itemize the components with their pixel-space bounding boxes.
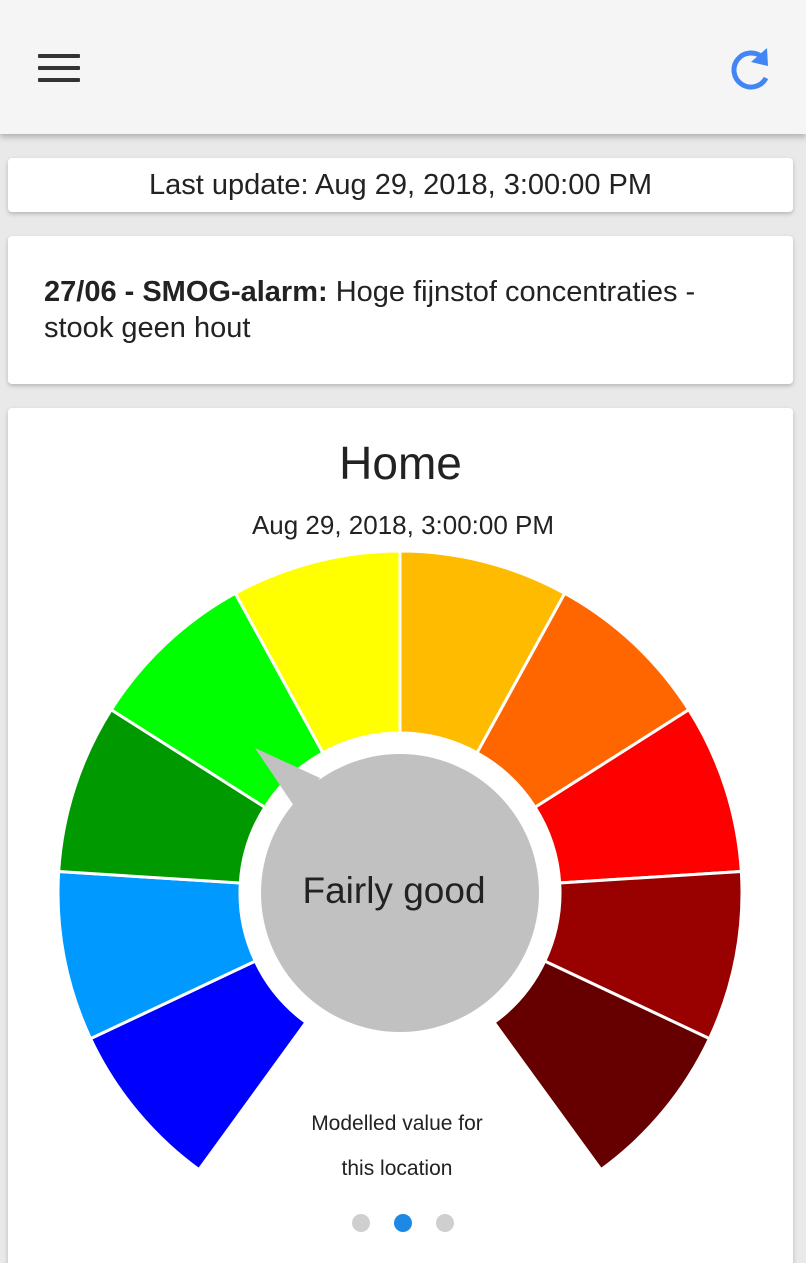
modelled-value-note-line2: this location [342,1157,453,1180]
page-dot-3[interactable] [436,1214,454,1232]
page-dot-1[interactable] [352,1214,370,1232]
air-quality-level: Fairly good [302,870,485,911]
measurement-date: Aug 29, 2018, 3:00:00 PM [251,510,555,540]
modelled-value-note-line1: Modelled value for [311,1112,483,1135]
air-quality-gauge: Fairly good Modelled value for this loca… [56,549,744,1180]
page-indicator [0,1214,806,1232]
page-dot-2[interactable] [394,1214,412,1232]
